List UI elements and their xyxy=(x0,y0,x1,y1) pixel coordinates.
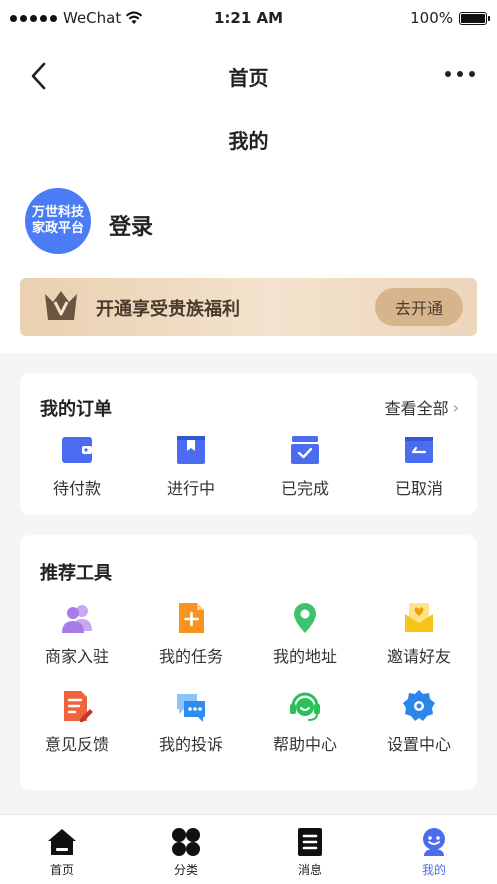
tool-my-tasks[interactable]: 我的任务 xyxy=(134,601,248,667)
tool-my-complaints[interactable]: 我的投诉 xyxy=(134,689,248,755)
tool-settings-center[interactable]: 设置中心 xyxy=(362,689,476,755)
home-icon xyxy=(48,829,76,855)
tool-label: 帮助中心 xyxy=(272,735,337,754)
tools-card: 推荐工具 商家入驻 我的任务 我的地址 邀请好友 意见反馈 我的投诉 帮助中心 … xyxy=(20,535,477,790)
tool-invite-friends[interactable]: 邀请好友 xyxy=(362,601,476,667)
vip-banner[interactable]: 开通享受贵族福利 去开通 xyxy=(20,278,477,336)
tool-help-center[interactable]: 帮助中心 xyxy=(248,689,362,755)
vip-crown-icon xyxy=(45,291,77,320)
battery-icon xyxy=(459,11,490,25)
avatar-text-line2: 家政平台 xyxy=(31,221,84,236)
nav-bar: 首页 xyxy=(0,40,497,112)
tool-label: 我的地址 xyxy=(272,647,337,666)
battery-percent: 100% xyxy=(410,9,453,27)
tab-label: 我的 xyxy=(421,863,446,877)
gear-icon xyxy=(403,690,435,721)
order-item-label: 待付款 xyxy=(52,479,101,498)
tool-feedback[interactable]: 意见反馈 xyxy=(20,689,134,755)
tool-merchant-join[interactable]: 商家入驻 xyxy=(20,601,134,667)
more-icon[interactable] xyxy=(445,64,475,84)
task-doc-icon xyxy=(179,603,204,633)
bookmark-box-icon xyxy=(177,436,205,464)
tab-label: 分类 xyxy=(173,863,198,877)
tools-title: 推荐工具 xyxy=(40,563,112,584)
category-icon xyxy=(172,828,200,856)
tab-bar: 首页 分类 消息 我的 xyxy=(0,814,497,884)
tab-profile[interactable]: 我的 xyxy=(372,815,496,884)
status-bar: WeChat 1:21 AM 100% xyxy=(0,0,497,40)
check-box-icon xyxy=(291,436,319,464)
feedback-edit-icon xyxy=(64,691,93,722)
tool-my-address[interactable]: 我的地址 xyxy=(248,601,362,667)
tool-label: 商家入驻 xyxy=(44,647,109,666)
avatar-text-line1: 万世科技 xyxy=(31,205,84,220)
tab-home[interactable]: 首页 xyxy=(0,815,124,884)
order-item-label: 已取消 xyxy=(394,479,443,498)
tab-messages[interactable]: 消息 xyxy=(248,815,372,884)
location-pin-icon xyxy=(294,603,316,633)
headset-icon xyxy=(290,692,320,721)
wallet-icon xyxy=(62,437,92,463)
view-all-label: 查看全部 xyxy=(384,399,449,418)
cancel-box-icon xyxy=(405,437,433,463)
orders-title: 我的订单 xyxy=(40,399,112,420)
tool-label: 我的投诉 xyxy=(158,735,223,754)
profile-section: 我的 万世科技 家政平台 登录 开通享受贵族福利 去开通 xyxy=(0,112,497,353)
login-link[interactable]: 登录 xyxy=(109,209,153,241)
vip-text: 开通享受贵族福利 xyxy=(96,299,240,320)
view-all-orders-link[interactable]: 查看全部 › xyxy=(385,395,459,419)
order-item-cancelled[interactable]: 已取消 xyxy=(362,433,476,499)
message-list-icon xyxy=(298,828,322,856)
tab-label: 消息 xyxy=(297,863,322,877)
tool-label: 邀请好友 xyxy=(386,647,451,666)
order-item-completed[interactable]: 已完成 xyxy=(248,433,362,499)
page-title: 我的 xyxy=(228,129,269,153)
tool-label: 我的任务 xyxy=(158,647,223,666)
vip-open-button[interactable]: 去开通 xyxy=(375,288,463,326)
complaint-chat-icon xyxy=(177,694,205,722)
status-right: 100% xyxy=(410,9,490,27)
order-item-pending-payment[interactable]: 待付款 xyxy=(20,433,134,499)
profile-icon xyxy=(423,828,445,856)
users-icon xyxy=(62,605,92,633)
orders-card: 我的订单 查看全部 › 待付款 进行中 已完成 已取消 xyxy=(20,373,477,515)
order-item-label: 进行中 xyxy=(166,479,215,498)
nav-title: 首页 xyxy=(228,66,269,90)
order-item-label: 已完成 xyxy=(280,479,329,498)
tool-label: 设置中心 xyxy=(386,735,451,754)
tool-label: 意见反馈 xyxy=(44,735,109,754)
avatar[interactable]: 万世科技 家政平台 xyxy=(25,188,91,254)
tab-label: 首页 xyxy=(49,863,74,877)
order-item-in-progress[interactable]: 进行中 xyxy=(134,433,248,499)
chevron-right-icon: › xyxy=(452,397,459,417)
invite-envelope-icon xyxy=(405,603,433,632)
tab-category[interactable]: 分类 xyxy=(124,815,248,884)
